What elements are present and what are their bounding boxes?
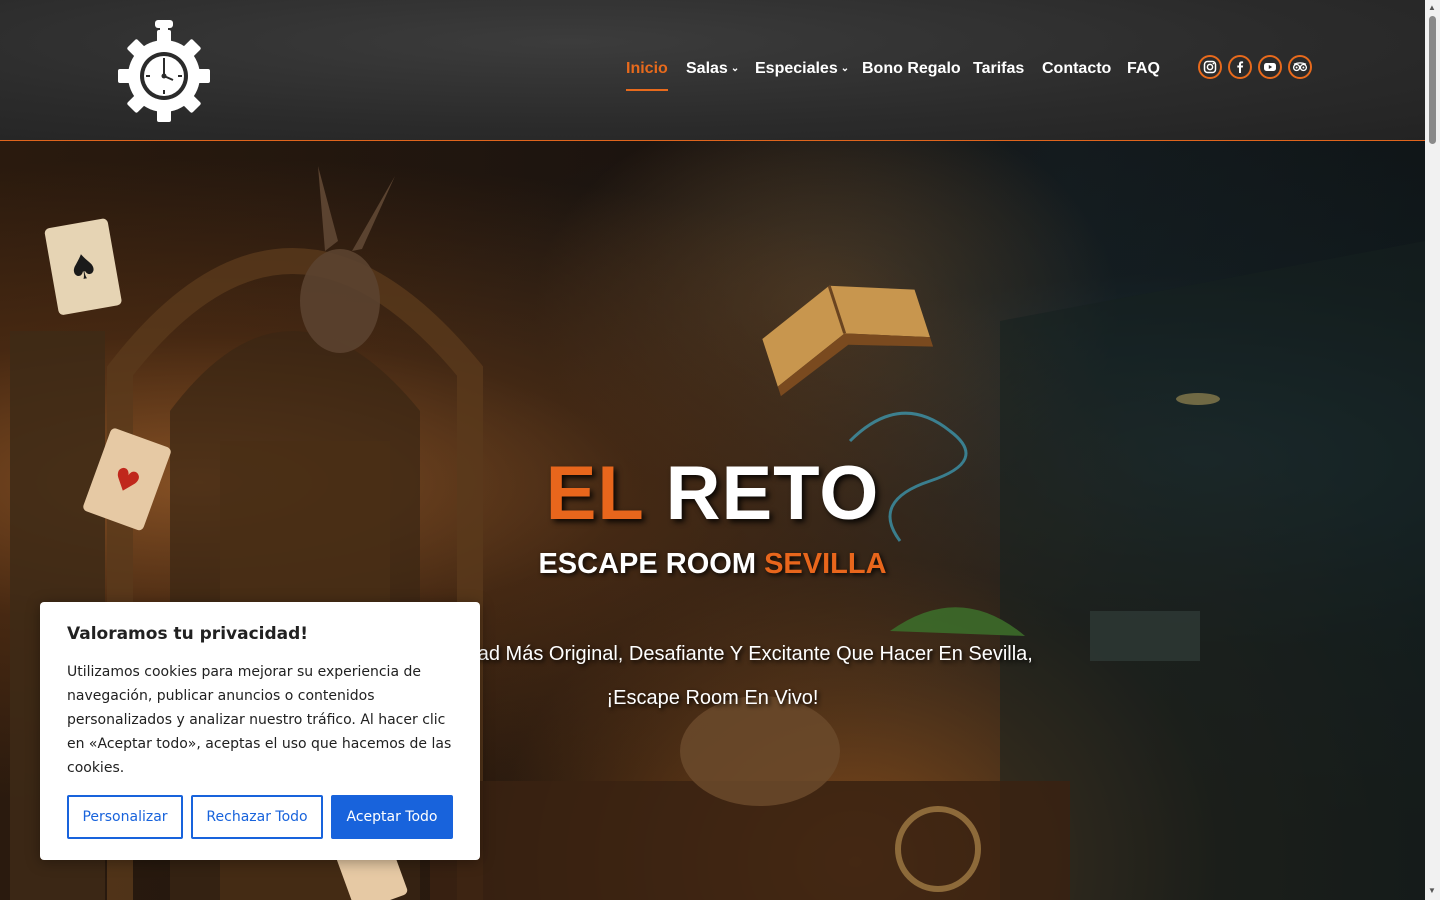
nav-salas[interactable]: Salas ⌄ — [686, 58, 739, 80]
site-logo[interactable] — [118, 18, 210, 122]
hero-subtitle-sevilla: SEVILLA — [764, 548, 887, 580]
scroll-up-arrow-icon[interactable]: ▲ — [1428, 3, 1436, 12]
nav-tarifas[interactable]: Tarifas — [973, 58, 1024, 80]
youtube-icon[interactable] — [1258, 55, 1282, 79]
hero-title-el: EL — [545, 451, 644, 536]
cookie-banner-text: Utilizamos cookies para mejorar su exper… — [67, 664, 452, 776]
nav-salas-label: Salas — [686, 60, 728, 78]
tripadvisor-icon[interactable] — [1288, 55, 1312, 79]
cookie-consent-banner: Valoramos tu privacidad! Utilizamos cook… — [40, 602, 480, 860]
scrollbar-thumb[interactable] — [1429, 16, 1436, 144]
customize-button[interactable]: Personalizar — [67, 795, 183, 839]
page-scrollbar[interactable]: ▲ ▼ — [1425, 0, 1440, 900]
nav-contacto[interactable]: Contacto — [1042, 58, 1111, 80]
reject-all-button[interactable]: Rechazar Todo — [191, 795, 323, 839]
chevron-down-icon: ⌄ — [730, 63, 740, 74]
nav-faq[interactable]: FAQ — [1127, 58, 1160, 80]
nav-especiales[interactable]: Especiales ⌄ — [755, 58, 849, 80]
nav-especiales-label: Especiales — [755, 60, 838, 78]
facebook-icon[interactable] — [1228, 55, 1252, 79]
nav-bono-regalo[interactable]: Bono Regalo — [862, 58, 961, 80]
instagram-icon[interactable] — [1198, 55, 1222, 79]
hero-title: EL RETO — [0, 449, 1425, 539]
site-header: Inicio Salas ⌄ Especiales ⌄ Bono Regalo Ta… — [0, 0, 1425, 141]
cookie-banner-title: Valoramos tu privacidad! — [67, 624, 309, 644]
hero-title-reto: RETO — [665, 451, 880, 536]
chevron-down-icon: ⌄ — [840, 63, 850, 74]
scroll-down-arrow-icon[interactable]: ▼ — [1428, 886, 1436, 895]
nav-inicio[interactable]: Inicio — [626, 58, 668, 91]
hero-subtitle-escape-room: ESCAPE ROOM — [538, 548, 756, 580]
accept-all-button[interactable]: Aceptar Todo — [331, 795, 453, 839]
hero-subtitle: ESCAPE ROOM SEVILLA — [0, 546, 1425, 582]
